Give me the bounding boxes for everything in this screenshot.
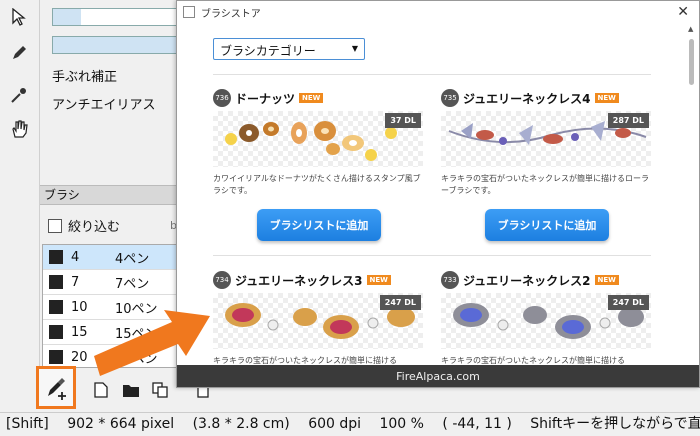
annotation-arrow (94, 310, 210, 376)
